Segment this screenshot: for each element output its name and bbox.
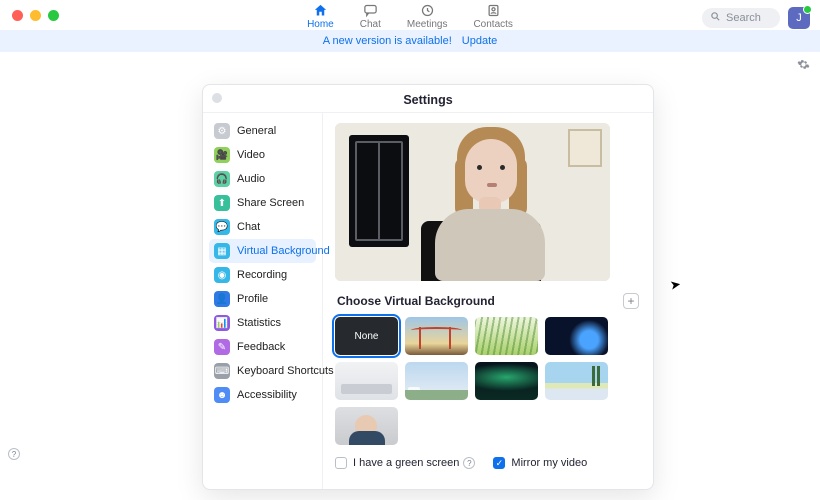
info-icon[interactable]: ? xyxy=(463,457,475,469)
sidebar-item-label: Chat xyxy=(237,221,260,233)
add-background-button[interactable]: + xyxy=(623,293,639,309)
update-link[interactable]: Update xyxy=(462,35,497,47)
bg-thumb-selfie[interactable] xyxy=(335,407,398,445)
nav-meetings[interactable]: Meetings xyxy=(407,2,448,30)
bg-thumb-none[interactable]: None xyxy=(335,317,398,355)
video-icon: 🎥 xyxy=(214,147,230,163)
settings-modal: Settings ⚙ General 🎥 Video 🎧 Audio ⬆ Share Scre… xyxy=(202,84,654,490)
sidebar-item-audio[interactable]: 🎧 Audio xyxy=(209,167,316,191)
avatar-initial: J xyxy=(796,12,802,24)
virtual-bg-icon: ▦ xyxy=(214,243,230,259)
sidebar-item-chat[interactable]: 💬 Chat xyxy=(209,215,316,239)
sidebar-item-label: Accessibility xyxy=(237,389,297,401)
sidebar-item-video[interactable]: 🎥 Video xyxy=(209,143,316,167)
banner-text: A new version is available! xyxy=(323,35,452,47)
nav-label: Contacts xyxy=(473,19,512,30)
mirror-video-label: Mirror my video xyxy=(511,457,587,469)
clock-icon xyxy=(419,2,435,18)
nav-label: Meetings xyxy=(407,19,448,30)
gear-icon[interactable] xyxy=(797,58,810,74)
green-screen-checkbox[interactable]: I have a green screen ? xyxy=(335,457,475,469)
bg-thumb-grass[interactable] xyxy=(475,317,538,355)
search-input[interactable]: Search xyxy=(702,8,780,28)
nav-home[interactable]: Home xyxy=(307,2,334,30)
update-banner: A new version is available! Update xyxy=(0,30,820,52)
settings-content: Choose Virtual Background + None I have … xyxy=(323,113,653,489)
sidebar-item-label: Share Screen xyxy=(237,197,304,209)
sidebar-item-profile[interactable]: 👤 Profile xyxy=(209,287,316,311)
feedback-icon: ✎ xyxy=(214,339,230,355)
sidebar-item-label: Statistics xyxy=(237,317,281,329)
sidebar-item-feedback[interactable]: ✎ Feedback xyxy=(209,335,316,359)
nav-label: Chat xyxy=(360,19,381,30)
top-right-controls: Search J xyxy=(702,7,810,29)
contacts-icon xyxy=(485,2,501,18)
sidebar-item-label: Feedback xyxy=(237,341,285,353)
top-nav: Home Chat Meetings Contacts xyxy=(0,0,820,30)
modal-title: Settings xyxy=(403,93,452,107)
bg-thumb-aur[interactable] xyxy=(475,362,538,400)
nav-chat[interactable]: Chat xyxy=(360,2,381,30)
recording-icon: ◉ xyxy=(214,267,230,283)
gear-icon: ⚙ xyxy=(214,123,230,139)
sidebar-item-recording[interactable]: ◉ Recording xyxy=(209,263,316,287)
fullscreen-window-button[interactable] xyxy=(48,10,59,21)
close-window-button[interactable] xyxy=(12,10,23,21)
sidebar-item-share-screen[interactable]: ⬆ Share Screen xyxy=(209,191,316,215)
sidebar-item-label: Audio xyxy=(237,173,265,185)
window-controls xyxy=(12,10,59,21)
sidebar-item-label: Keyboard Shortcuts xyxy=(237,365,334,377)
sidebar-item-statistics[interactable]: 📊 Statistics xyxy=(209,311,316,335)
chat-icon: 💬 xyxy=(214,219,230,235)
nav-label: Home xyxy=(307,19,334,30)
video-preview xyxy=(335,123,610,281)
chat-icon xyxy=(362,2,378,18)
sidebar-item-label: Recording xyxy=(237,269,287,281)
profile-icon: 👤 xyxy=(214,291,230,307)
settings-sidebar: ⚙ General 🎥 Video 🎧 Audio ⬆ Share Screen 💬 Chat ▦V… xyxy=(203,113,323,489)
sidebar-item-label: Profile xyxy=(237,293,268,305)
headphones-icon: 🎧 xyxy=(214,171,230,187)
keyboard-icon: ⌨ xyxy=(214,363,230,379)
video-icon xyxy=(408,387,420,397)
sidebar-item-label: General xyxy=(237,125,276,137)
sidebar-item-general[interactable]: ⚙ General xyxy=(209,119,316,143)
nav-contacts[interactable]: Contacts xyxy=(473,2,512,30)
bg-thumb-bridge[interactable] xyxy=(405,317,468,355)
sidebar-item-label: Virtual Background xyxy=(237,245,330,257)
search-icon xyxy=(710,11,721,25)
info-icon[interactable]: ? xyxy=(8,448,20,460)
minimize-window-button[interactable] xyxy=(30,10,41,21)
cursor-icon: ➤ xyxy=(669,276,683,294)
background-thumbnails: None xyxy=(335,317,641,445)
share-screen-icon: ⬆ xyxy=(214,195,230,211)
bg-thumb-beach[interactable] xyxy=(545,362,608,400)
bg-thumb-earth[interactable] xyxy=(545,317,608,355)
sidebar-item-accessibility[interactable]: ☻ Accessibility xyxy=(209,383,316,407)
sidebar-item-label: Video xyxy=(237,149,265,161)
search-placeholder: Search xyxy=(726,12,761,24)
sidebar-item-virtual-background[interactable]: ▦Virtual Background xyxy=(209,239,316,263)
section-title: Choose Virtual Background xyxy=(337,294,495,308)
home-icon xyxy=(312,2,328,18)
mirror-video-checkbox[interactable]: ✓ Mirror my video xyxy=(493,457,587,469)
modal-header: Settings xyxy=(203,87,653,113)
options-row: I have a green screen ? ✓ Mirror my vide… xyxy=(335,457,641,469)
user-avatar[interactable]: J xyxy=(788,7,810,29)
sidebar-item-keyboard-shortcuts[interactable]: ⌨Keyboard Shortcuts xyxy=(209,359,316,383)
green-screen-label: I have a green screen xyxy=(353,457,459,469)
statistics-icon: 📊 xyxy=(214,315,230,331)
close-icon[interactable] xyxy=(212,93,222,103)
accessibility-icon: ☻ xyxy=(214,387,230,403)
bg-thumb-office[interactable] xyxy=(335,362,398,400)
bg-thumb-sky[interactable] xyxy=(405,362,468,400)
